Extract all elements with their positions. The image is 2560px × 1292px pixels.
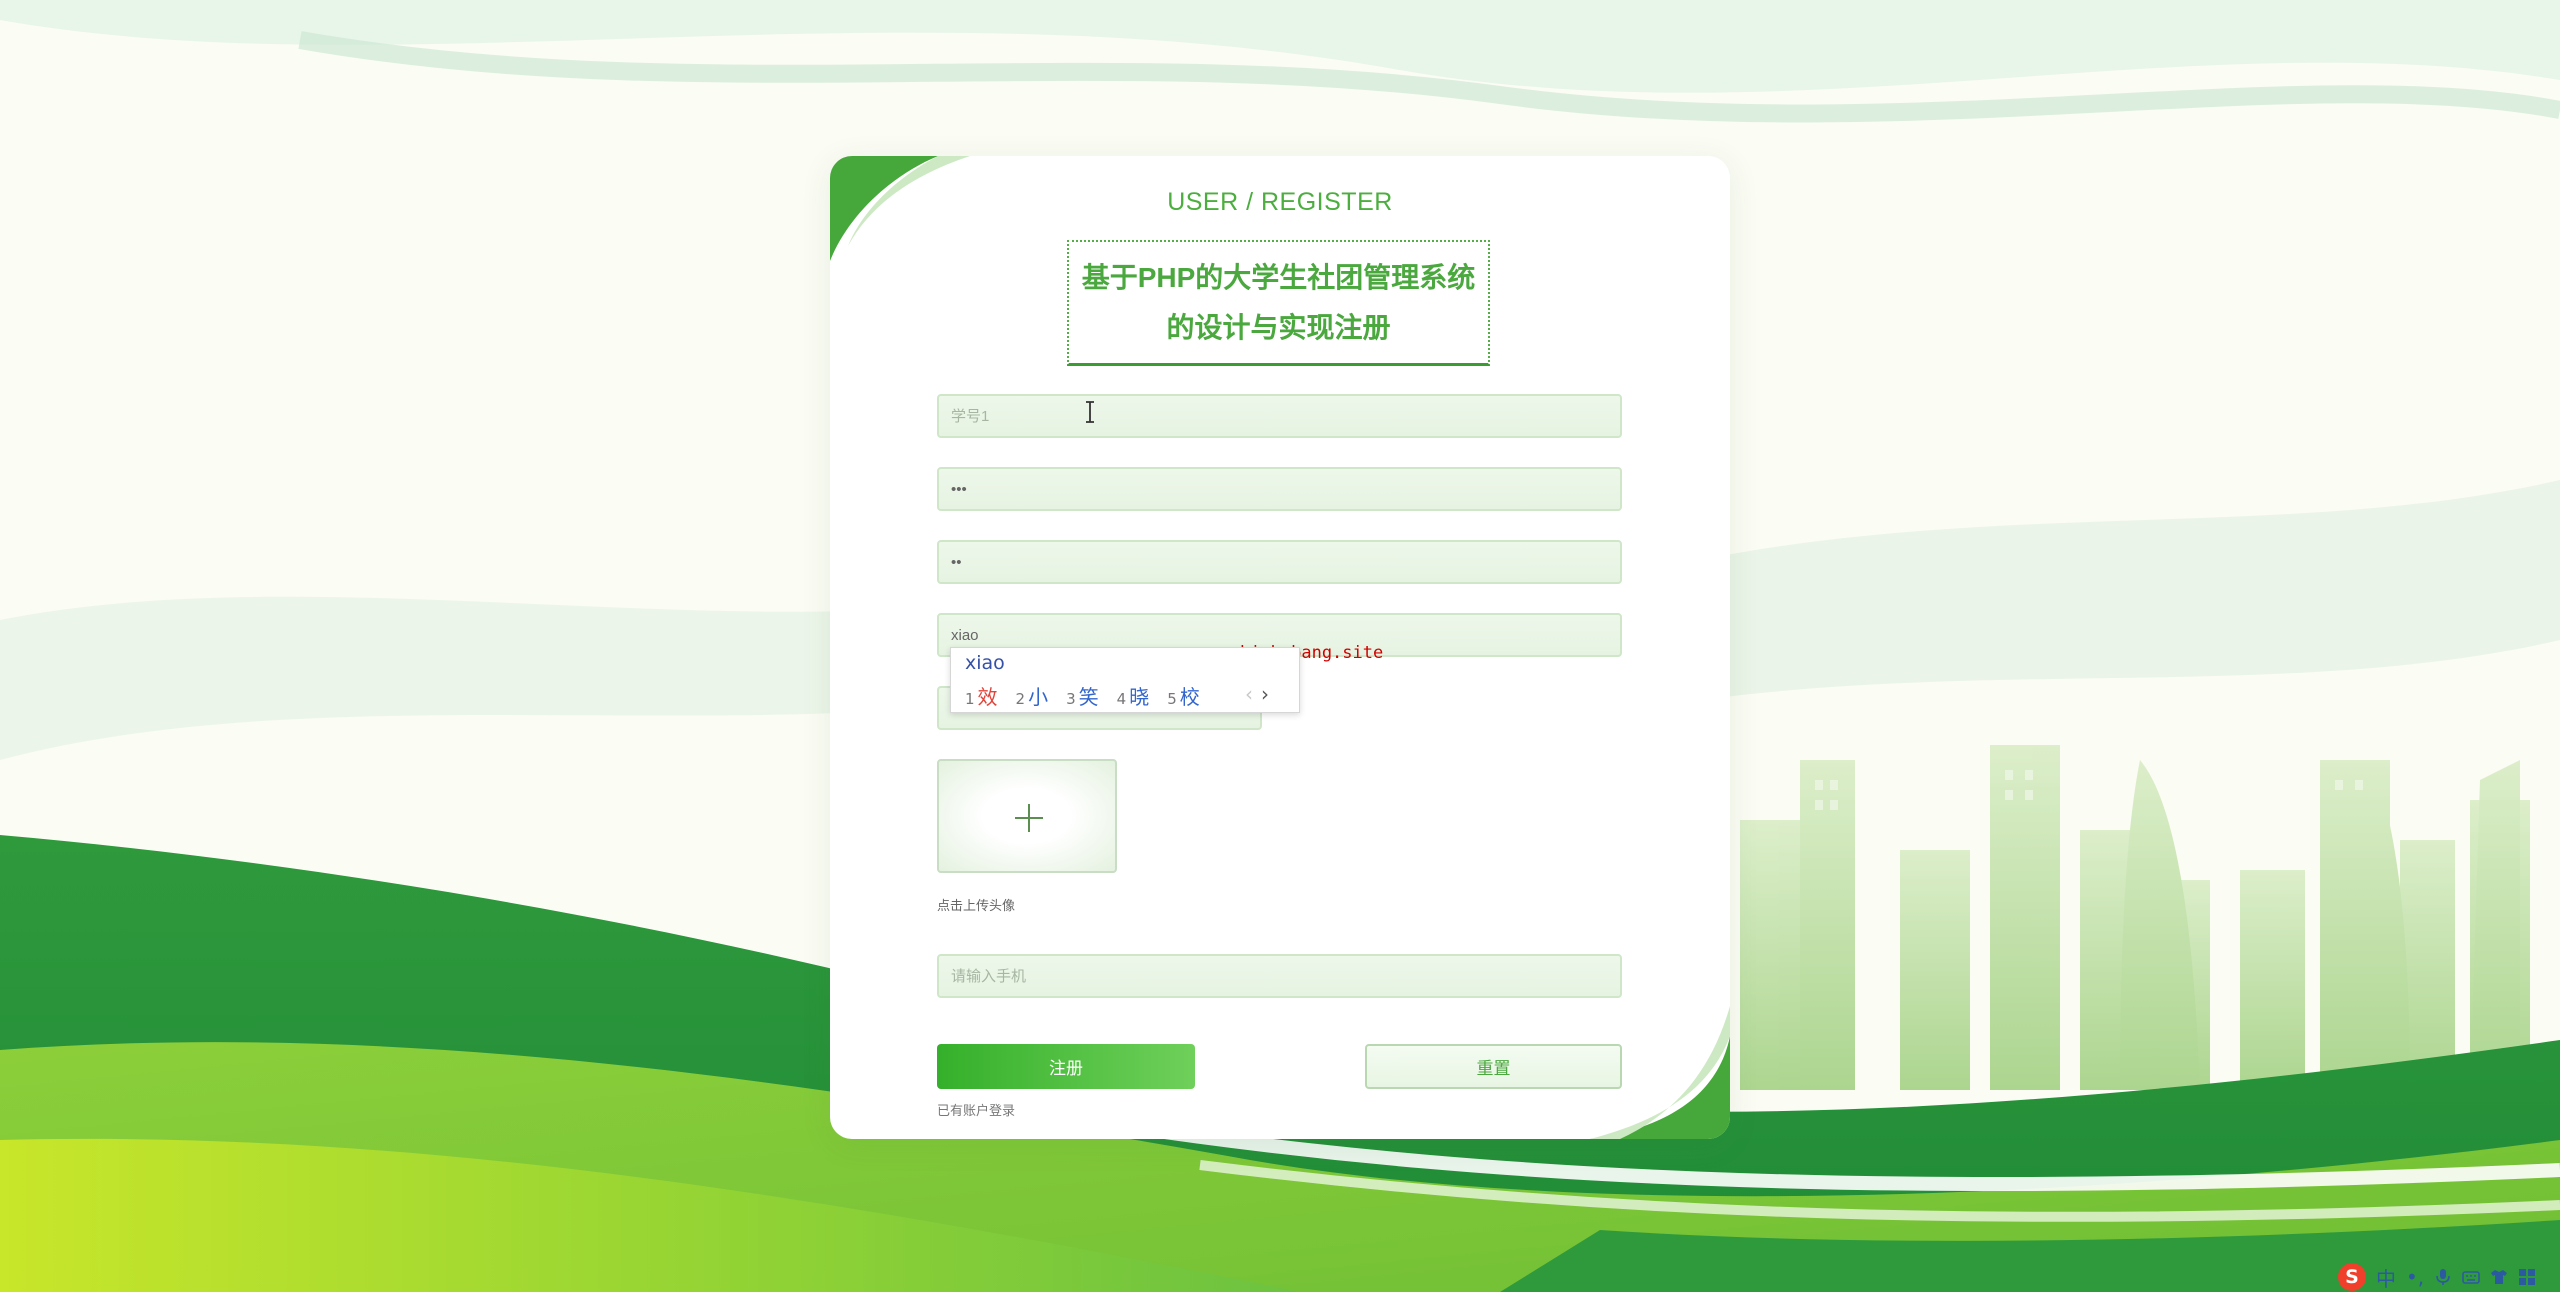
ime-candidate[interactable]: 3笑 — [1066, 681, 1099, 710]
avatar-upload-button[interactable] — [937, 759, 1117, 873]
ime-language-toggle[interactable]: 中 — [2376, 1263, 2396, 1292]
keyboard-icon[interactable] — [2462, 1268, 2480, 1286]
system-title: 基于PHP的大学生社团管理系统的设计与实现注册 — [1081, 261, 1476, 343]
ime-next-page-icon[interactable]: › — [1261, 682, 1269, 706]
avatar-upload-hint: 点击上传头像 — [937, 898, 1016, 913]
password-input[interactable] — [937, 467, 1622, 511]
text-cursor-icon — [1086, 401, 1094, 423]
ime-tray: S 中 •, — [2338, 1262, 2560, 1292]
confirm-password-input[interactable] — [937, 540, 1622, 584]
microphone-icon[interactable] — [2434, 1268, 2452, 1286]
ime-candidate[interactable]: 5校 — [1167, 681, 1200, 710]
toolbox-icon[interactable] — [2518, 1268, 2536, 1286]
plus-icon — [1015, 804, 1043, 832]
ime-candidate[interactable]: 2小 — [1016, 681, 1049, 710]
ime-punctuation-toggle[interactable]: •, — [2406, 1265, 2424, 1289]
ime-candidate[interactable]: 4晓 — [1117, 681, 1150, 710]
student-id-input[interactable] — [937, 394, 1622, 438]
sogou-logo-icon[interactable]: S — [2338, 1263, 2366, 1291]
reset-button[interactable]: 重置 — [1365, 1044, 1622, 1089]
login-link[interactable]: 已有账户登录 — [937, 1100, 1015, 1119]
ime-prev-page-icon[interactable]: ‹ — [1245, 682, 1253, 706]
ime-candidate[interactable]: 1效 — [965, 681, 998, 710]
system-title-box: 基于PHP的大学生社团管理系统的设计与实现注册 — [1067, 240, 1490, 366]
register-button[interactable]: 注册 — [937, 1044, 1195, 1089]
ime-page-nav: ‹ › — [1245, 682, 1269, 706]
ime-candidate-list: 1效 2小 3笑 4晓 5校 — [965, 681, 1200, 710]
ime-candidate-popup: xiao 1效 2小 3笑 4晓 5校 ‹ › — [950, 647, 1300, 713]
phone-input[interactable] — [937, 954, 1622, 998]
skin-icon[interactable] — [2490, 1268, 2508, 1286]
ime-pinyin-input: xiao — [965, 652, 1005, 674]
register-heading: USER / REGISTER — [1167, 188, 1393, 216]
